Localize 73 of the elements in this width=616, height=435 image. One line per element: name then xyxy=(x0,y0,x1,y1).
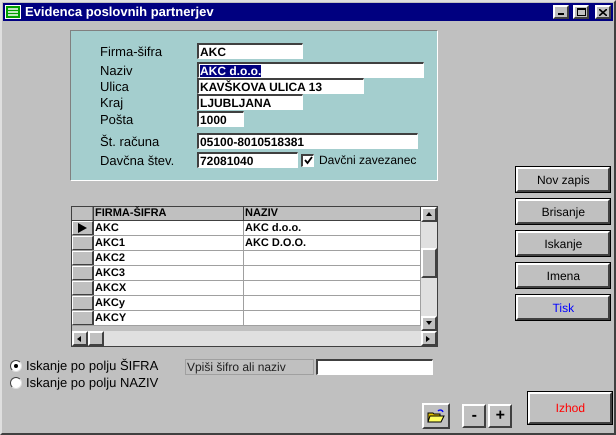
table-cell: AKC2 xyxy=(93,251,244,265)
row-selector[interactable] xyxy=(72,221,93,235)
field-value: AKC xyxy=(200,46,226,58)
checkbox-label: Davčni zavezanec xyxy=(319,152,416,169)
field-value: 72081040 xyxy=(200,154,254,166)
close-icon xyxy=(599,8,607,16)
row-selector[interactable] xyxy=(72,281,93,295)
action-button[interactable]: Brisanje xyxy=(516,199,610,224)
open-folder-button[interactable] xyxy=(422,403,450,429)
column-header[interactable]: NAZIV xyxy=(244,207,421,220)
field-label: Firma-šifra xyxy=(100,44,164,58)
folder-icon xyxy=(427,408,446,424)
table-cell: AKC3 xyxy=(93,266,244,280)
radio-label: Iskanje po polju ŠIFRA xyxy=(26,359,158,372)
row-selector[interactable] xyxy=(72,251,93,265)
radio-button[interactable] xyxy=(10,376,22,388)
text-field[interactable]: AKC xyxy=(197,43,303,59)
current-row-pointer-icon xyxy=(78,223,87,233)
scroll-down-button[interactable] xyxy=(421,316,437,331)
decrease-button[interactable]: - xyxy=(462,404,486,428)
column-header[interactable]: FIRMA-ŠIFRA xyxy=(93,207,244,220)
table-cell: AKCy xyxy=(93,296,244,310)
radio-button[interactable] xyxy=(10,360,22,372)
row-selector[interactable] xyxy=(72,311,93,325)
field-value: 1000 xyxy=(200,114,227,126)
text-field[interactable]: AKC d.o.o. xyxy=(197,62,424,78)
action-button[interactable]: Iskanje xyxy=(516,231,610,256)
increase-button[interactable]: + xyxy=(488,404,512,428)
text-field[interactable]: LJUBLJANA xyxy=(197,94,303,110)
radio-label: Iskanje po polju NAZIV xyxy=(26,376,158,389)
checkbox[interactable] xyxy=(301,154,314,166)
action-button[interactable]: Nov zapis xyxy=(516,167,610,192)
row-selector[interactable] xyxy=(72,236,93,250)
field-value: 05100-8010518381 xyxy=(200,136,304,148)
scroll-thumb[interactable] xyxy=(421,248,437,278)
field-value: KAVŠKOVA ULICA 13 xyxy=(200,80,322,92)
text-field[interactable]: 72081040 xyxy=(197,152,298,168)
scroll-right-button[interactable] xyxy=(421,331,437,346)
table-cell: AKC1 xyxy=(93,236,244,250)
vertical-scrollbar[interactable] xyxy=(421,207,437,331)
table-cell: AKC d.o.o. xyxy=(244,221,421,235)
table-cell: AKCY xyxy=(93,311,244,325)
field-label: Kraj xyxy=(100,96,124,108)
horizontal-scrollbar[interactable] xyxy=(72,331,437,346)
scroll-thumb[interactable] xyxy=(88,331,104,346)
maximize-button[interactable] xyxy=(573,5,589,19)
triangle-arrow-icon xyxy=(76,334,84,342)
text-field[interactable]: 1000 xyxy=(197,111,244,127)
action-button[interactable]: Tisk xyxy=(516,295,610,320)
field-label: Naziv xyxy=(100,64,134,76)
scroll-left-button[interactable] xyxy=(72,331,88,346)
text-field[interactable]: KAVŠKOVA ULICA 13 xyxy=(197,78,364,94)
row-selector[interactable] xyxy=(72,296,93,310)
action-button[interactable]: Imena xyxy=(516,263,610,288)
table-cell: AKC D.O.O. xyxy=(244,236,421,250)
field-label: Št. računa xyxy=(100,134,160,148)
field-label: Ulica xyxy=(100,80,130,92)
search-label: Vpiši šifro ali naziv xyxy=(185,359,314,375)
close-button[interactable] xyxy=(595,5,611,19)
row-selector[interactable] xyxy=(72,266,93,280)
text-field[interactable]: 05100-8010518381 xyxy=(197,133,418,149)
table-cell: AKC xyxy=(93,221,244,235)
search-field[interactable] xyxy=(316,359,433,375)
field-value: AKC d.o.o. xyxy=(200,64,262,76)
field-label: Davčna štev. xyxy=(100,154,176,166)
field-label: Pošta xyxy=(100,112,134,126)
minimize-button[interactable] xyxy=(553,5,569,19)
window-title: Evidenca poslovnih partnerjev xyxy=(25,3,215,22)
triangle-arrow-icon xyxy=(425,210,433,218)
scroll-up-button[interactable] xyxy=(421,207,437,222)
field-value: LJUBLJANA xyxy=(200,96,272,108)
app-icon xyxy=(5,5,21,19)
table-cell: AKCX xyxy=(93,281,244,295)
